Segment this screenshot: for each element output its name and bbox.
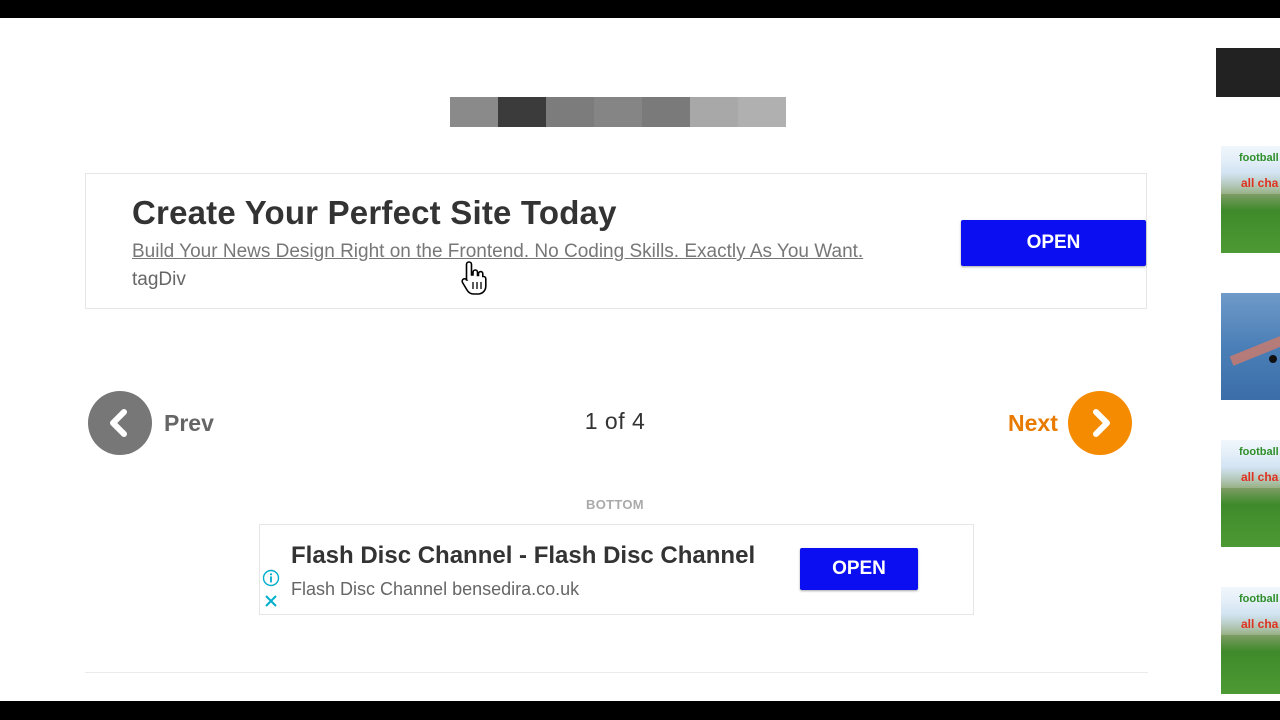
sidebar-thumbnail[interactable]: football all cha xyxy=(1221,440,1280,547)
bottom-ad-subtext: Flash Disc Channel bensedira.co.uk xyxy=(291,579,580,599)
ad-open-button[interactable]: OPEN xyxy=(961,220,1146,266)
bottom-black-bar xyxy=(0,701,1280,720)
ad-brand: tagDiv xyxy=(132,269,186,290)
top-ad-banner[interactable]: Create Your Perfect Site Today Build You… xyxy=(85,173,1147,309)
bottom-ad-banner[interactable]: Flash Disc Channel - Flash Disc Channel … xyxy=(259,524,974,615)
divider xyxy=(85,672,1148,673)
close-icon[interactable] xyxy=(263,593,279,609)
thumbnail-text: football xyxy=(1239,152,1279,164)
ad-description: Build Your News Design Right on the Fron… xyxy=(132,238,902,294)
ad-description-link[interactable]: Build Your News Design Right on the Fron… xyxy=(132,241,863,262)
top-black-bar xyxy=(0,0,1280,18)
thumbnail-text: football xyxy=(1239,446,1279,458)
pixelated-logo xyxy=(450,97,786,127)
bottom-section-label: BOTTOM xyxy=(586,497,644,512)
page-indicator: 1 of 4 xyxy=(584,408,646,434)
bottom-ad-headline[interactable]: Flash Disc Channel - Flash Disc Channel xyxy=(291,542,755,570)
chevron-right-icon xyxy=(1067,391,1132,455)
thumbnail-text: all cha xyxy=(1241,617,1279,631)
sidebar-thumbnail[interactable]: football all cha xyxy=(1221,146,1280,253)
ad-headline[interactable]: Create Your Perfect Site Today xyxy=(132,194,617,232)
sidebar-header-block xyxy=(1216,48,1280,97)
info-icon[interactable] xyxy=(262,569,280,587)
next-page-button[interactable]: Next xyxy=(1008,391,1132,455)
thumbnail-text: football xyxy=(1239,593,1279,605)
hand-cursor-icon xyxy=(461,261,487,295)
sidebar-thumbnail[interactable] xyxy=(1221,293,1280,400)
thumbnail-text: all cha xyxy=(1241,470,1279,484)
thumbnail-text: all cha xyxy=(1241,176,1279,190)
prev-label: Prev xyxy=(164,409,214,436)
chevron-left-icon xyxy=(88,391,152,455)
sidebar-thumbnail[interactable]: football all cha xyxy=(1221,587,1280,694)
next-label: Next xyxy=(1008,409,1058,436)
bottom-ad-open-button[interactable]: OPEN xyxy=(800,548,918,590)
prev-page-button[interactable]: Prev xyxy=(88,391,214,455)
